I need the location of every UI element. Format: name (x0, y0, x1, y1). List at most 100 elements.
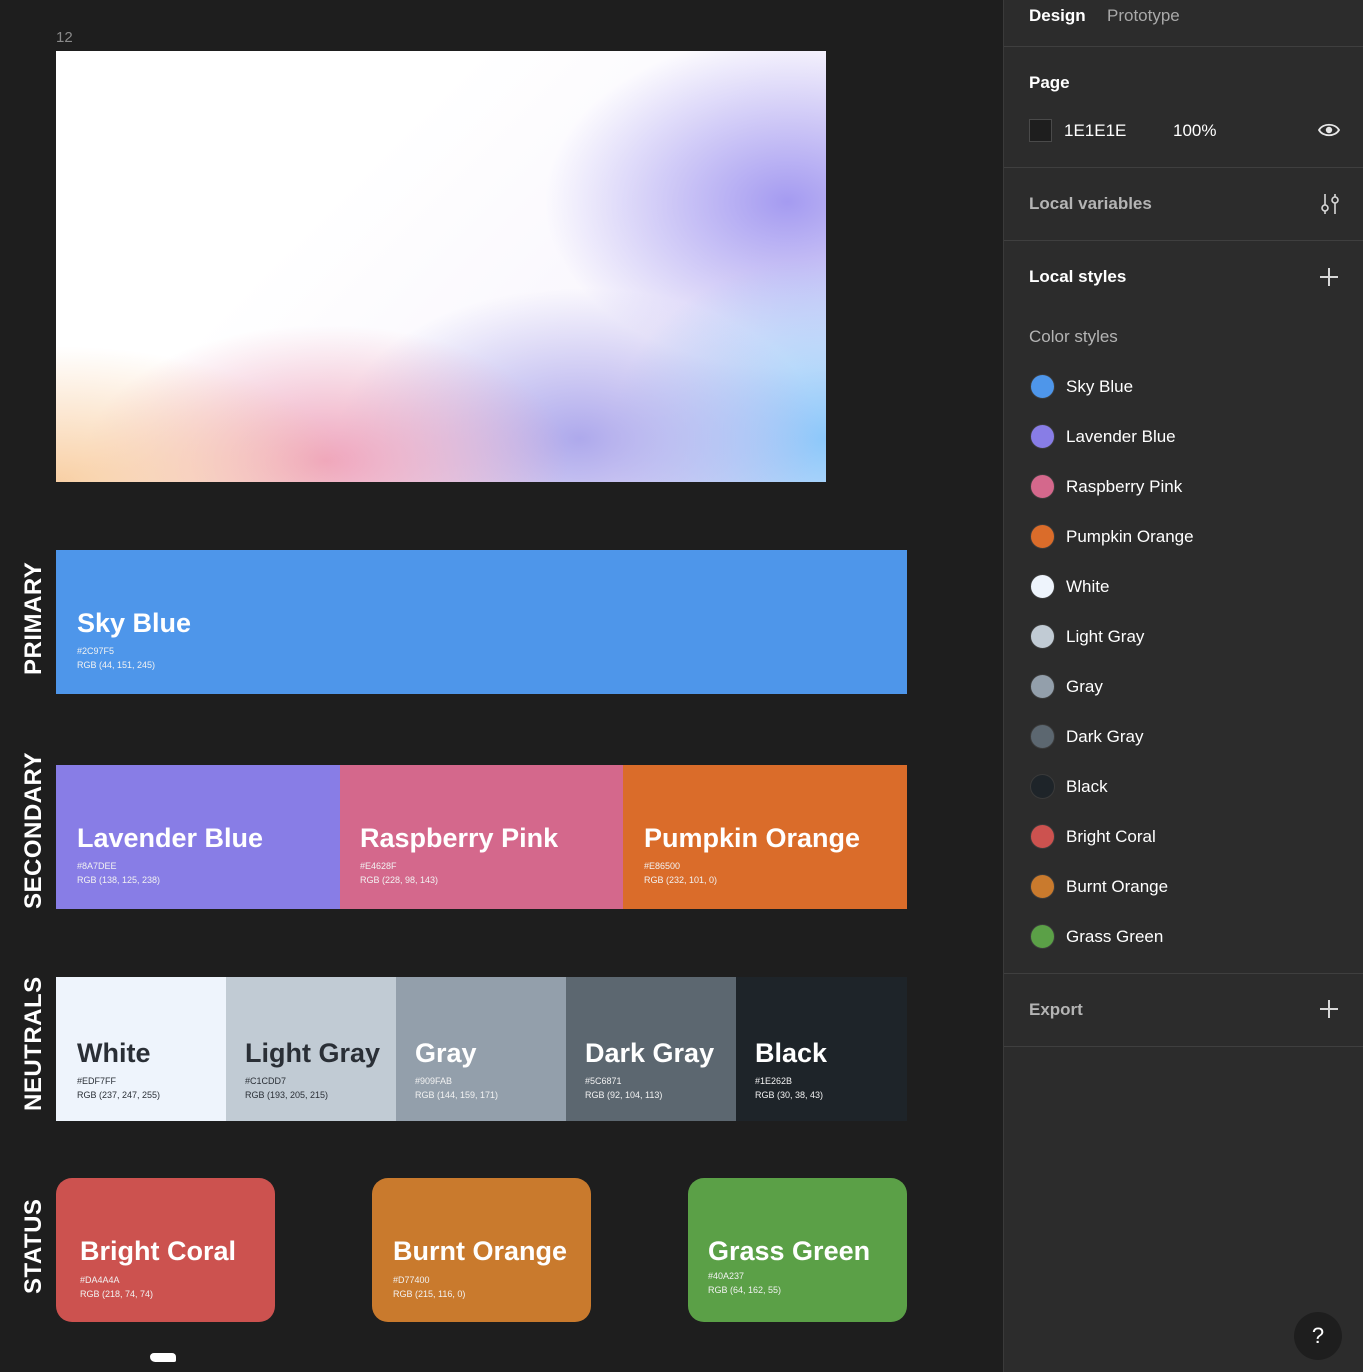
variables-settings-icon[interactable] (1319, 192, 1341, 216)
color-dot-icon (1030, 724, 1055, 749)
swatch-name: Sky Blue (77, 608, 192, 638)
help-button[interactable]: ? (1294, 1312, 1342, 1360)
swatch-rgb: RGB (237, 247, 255) (77, 1090, 161, 1100)
swatch-hex: #EDF7FF (77, 1076, 117, 1086)
local-variables-title[interactable]: Local variables (1029, 194, 1152, 214)
section-label-primary: PRIMARY (20, 561, 47, 675)
swatch-hex: #E4628F (360, 861, 397, 871)
color-style-label: Light Gray (1066, 627, 1145, 646)
section-label-secondary: SECONDARY (20, 752, 47, 909)
swatch-white[interactable]: White #EDF7FF RGB (237, 247, 255) (56, 977, 226, 1121)
color-style-label: Pumpkin Orange (1066, 527, 1194, 546)
swatch-rgb: RGB (92, 104, 113) (585, 1090, 663, 1100)
swatch-rgb: RGB (30, 38, 43) (755, 1090, 824, 1100)
color-style-label: Black (1066, 777, 1108, 796)
color-style-dark-gray[interactable]: Dark Gray (1029, 724, 1329, 750)
add-export-plus-icon[interactable] (1320, 1000, 1338, 1018)
section-label-status: STATUS (20, 1198, 47, 1294)
swatch-rgb: RGB (228, 98, 143) (360, 875, 439, 885)
color-dot-icon (1030, 374, 1055, 399)
color-dot-icon (1030, 424, 1055, 449)
swatch-grass-green[interactable]: Grass Green #40A237 RGB (64, 162, 55) (688, 1178, 907, 1322)
tab-prototype[interactable]: Prototype (1107, 6, 1180, 26)
page-opacity-value[interactable]: 100% (1173, 121, 1216, 141)
swatch-dark-gray[interactable]: Dark Gray #5C6871 RGB (92, 104, 113) (566, 977, 736, 1121)
eye-icon[interactable] (1318, 121, 1340, 139)
swatch-burnt-orange[interactable]: Burnt Orange #D77400 RGB (215, 116, 0) (372, 1178, 591, 1322)
color-style-label: Raspberry Pink (1066, 477, 1183, 496)
color-style-label: Dark Gray (1066, 727, 1144, 746)
color-dot-icon (1030, 874, 1055, 899)
add-style-plus-icon[interactable] (1320, 268, 1338, 286)
color-style-label: Lavender Blue (1066, 427, 1176, 446)
color-dot-icon (1030, 824, 1055, 849)
swatch-name: Black (755, 1038, 828, 1068)
color-style-raspberry-pink[interactable]: Raspberry Pink (1029, 474, 1329, 500)
color-style-label: Grass Green (1066, 927, 1164, 946)
swatch-pumpkin-orange[interactable]: Pumpkin Orange #E86500 RGB (232, 101, 0) (623, 765, 907, 909)
color-style-black[interactable]: Black (1029, 774, 1329, 800)
export-title: Export (1029, 1000, 1083, 1019)
swatch-hex: #5C6871 (585, 1076, 622, 1086)
swatch-light-gray[interactable]: Light Gray #C1CDD7 RGB (193, 205, 215) (226, 977, 396, 1121)
swatch-rgb: RGB (215, 116, 0) (393, 1289, 466, 1299)
section-label-neutrals: NEUTRALS (20, 976, 47, 1111)
swatch-rgb: RGB (218, 74, 74) (80, 1289, 154, 1299)
color-dot-icon (1030, 574, 1055, 599)
tab-design[interactable]: Design (1029, 6, 1086, 26)
color-style-grass-green[interactable]: Grass Green (1029, 924, 1329, 950)
color-style-label: White (1066, 577, 1110, 596)
swatch-name: Burnt Orange (393, 1236, 568, 1266)
swatch-rgb: RGB (144, 159, 171) (415, 1090, 499, 1100)
divider (1004, 1046, 1363, 1047)
design-panel: Design Prototype Page 1E1E1E 100% Local … (1003, 0, 1363, 1372)
swatch-hex: #1E262B (755, 1076, 793, 1086)
color-style-lavender-blue[interactable]: Lavender Blue (1029, 424, 1329, 450)
page-section-title: Page (1029, 73, 1070, 92)
local-styles-title: Local styles (1029, 267, 1127, 286)
swatch-raspberry-pink[interactable]: Raspberry Pink #E4628F RGB (228, 98, 143… (340, 765, 623, 909)
color-style-label: Bright Coral (1066, 827, 1156, 846)
canvas[interactable]: 12 PRIMARY SECONDARY NEUTRALS STATUS Sky… (0, 0, 1003, 1372)
color-styles-heading: Color styles (1029, 327, 1118, 346)
swatch-bright-coral[interactable]: Bright Coral #DA4A4A RGB (218, 74, 74) (56, 1178, 275, 1322)
color-dot-icon (1030, 524, 1055, 549)
color-dot-icon (1030, 674, 1055, 699)
swatch-rgb: RGB (193, 205, 215) (245, 1090, 329, 1100)
divider (1004, 46, 1363, 47)
color-style-light-gray[interactable]: Light Gray (1029, 624, 1329, 650)
color-style-sky-blue[interactable]: Sky Blue (1029, 374, 1329, 400)
swatch-hex: #8A7DEE (77, 861, 117, 871)
divider (1004, 167, 1363, 168)
color-style-burnt-orange[interactable]: Burnt Orange (1029, 874, 1329, 900)
frame-label[interactable]: 12 (56, 29, 73, 46)
swatch-hex: #D77400 (393, 1275, 430, 1285)
swatch-name: Raspberry Pink (360, 823, 559, 853)
swatch-sky-blue[interactable]: Sky Blue #2C97F5 RGB (44, 151, 245) (56, 550, 907, 694)
page-color-swatch[interactable] (1029, 119, 1052, 142)
swatch-name: Dark Gray (585, 1038, 715, 1068)
color-style-bright-coral[interactable]: Bright Coral (1029, 824, 1329, 850)
page-color-value[interactable]: 1E1E1E (1064, 121, 1126, 141)
swatch-name: Grass Green (708, 1236, 871, 1266)
color-style-gray[interactable]: Gray (1029, 674, 1329, 700)
swatch-hex: #C1CDD7 (245, 1076, 287, 1086)
swatch-hex: #909FAB (415, 1076, 453, 1086)
color-style-label: Burnt Orange (1066, 877, 1169, 896)
color-dot-icon (1030, 774, 1055, 799)
swatch-rgb: RGB (138, 125, 238) (77, 875, 161, 885)
swatch-name: Pumpkin Orange (644, 823, 861, 853)
swatch-name: Bright Coral (80, 1236, 237, 1266)
color-style-white[interactable]: White (1029, 574, 1329, 600)
color-dot-icon (1030, 474, 1055, 499)
swatch-black[interactable]: Black #1E262B RGB (30, 38, 43) (736, 977, 907, 1121)
swatch-name: Light Gray (245, 1038, 381, 1068)
swatch-rgb: RGB (64, 162, 55) (708, 1285, 782, 1295)
swatch-hex: #40A237 (708, 1271, 745, 1281)
color-style-pumpkin-orange[interactable]: Pumpkin Orange (1029, 524, 1329, 550)
swatch-lavender-blue[interactable]: Lavender Blue #8A7DEE RGB (138, 125, 238… (56, 765, 340, 909)
swatch-gray[interactable]: Gray #909FAB RGB (144, 159, 171) (396, 977, 566, 1121)
swatch-hex: #E86500 (644, 861, 681, 871)
gradient-frame[interactable] (56, 51, 826, 482)
divider (1004, 973, 1363, 974)
